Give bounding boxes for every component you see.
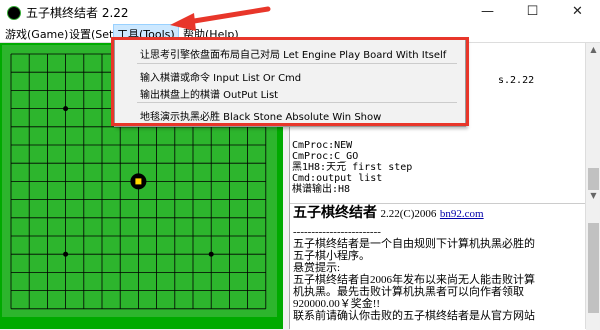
annotation-arrow xyxy=(170,6,271,31)
